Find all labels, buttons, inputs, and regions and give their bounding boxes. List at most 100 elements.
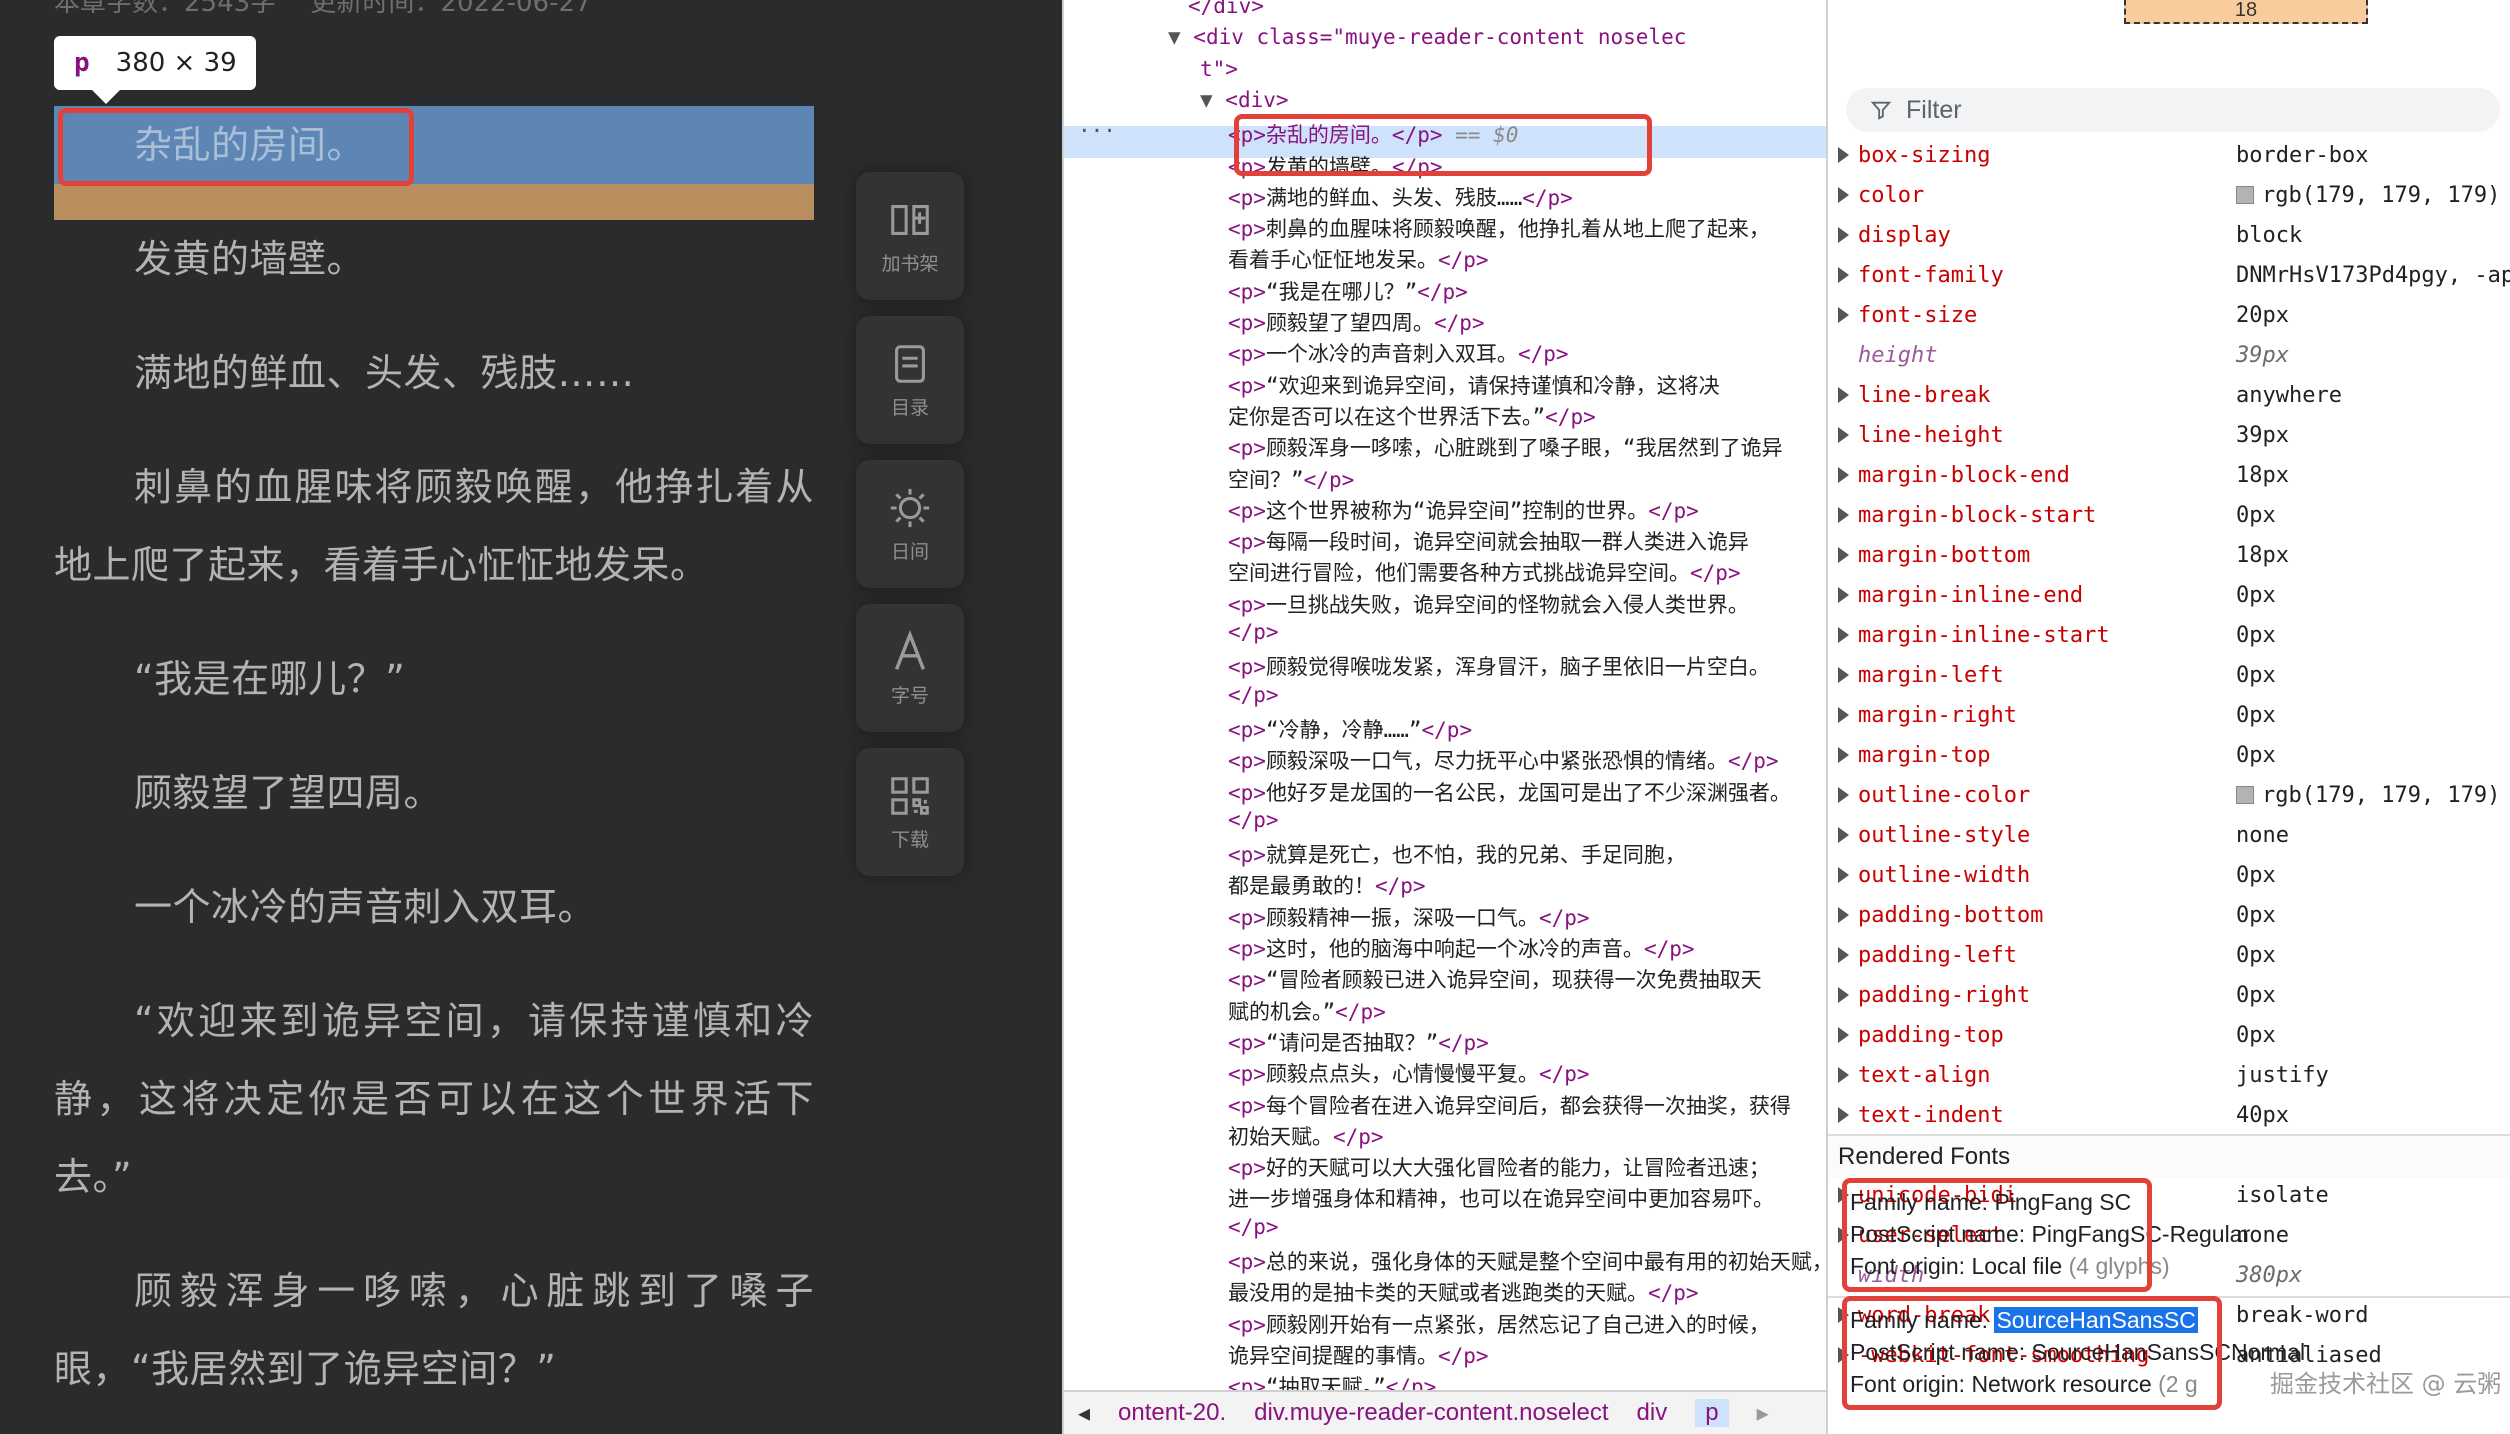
- dom-node-line[interactable]: </p>: [1064, 620, 1826, 650]
- computed-property-row[interactable]: line-height 39px: [1828, 423, 2510, 455]
- expand-triangle-icon[interactable]: [1838, 827, 1849, 843]
- expand-triangle-icon[interactable]: [1838, 227, 1849, 243]
- node-actions-icon[interactable]: ···: [1078, 119, 1116, 143]
- dom-node-line[interactable]: 初始天赋。</p>: [1064, 1121, 1826, 1151]
- expand-triangle-icon[interactable]: ▼: [1200, 88, 1225, 112]
- dom-node-line[interactable]: t">: [1064, 57, 1826, 87]
- computed-property-row[interactable]: line-break anywhere: [1828, 383, 2510, 415]
- dom-node-line[interactable]: 定你是否可以在这个世界活下去。”</p>: [1064, 401, 1826, 431]
- dom-node-line[interactable]: <p>总的来说，强化身体的天赋是整个空间中最有用的初始天赋，: [1064, 1246, 1826, 1276]
- computed-property-row[interactable]: box-sizing border-box: [1828, 143, 2510, 175]
- computed-property-row[interactable]: padding-left 0px: [1828, 943, 2510, 975]
- dom-node-line[interactable]: 看着手心怔怔地发呆。</p>: [1064, 244, 1826, 274]
- expand-triangle-icon[interactable]: [1838, 987, 1849, 1003]
- expand-triangle-icon[interactable]: [1838, 907, 1849, 923]
- add-bookshelf-button[interactable]: 加书架: [856, 172, 964, 300]
- expand-triangle-icon[interactable]: [1838, 747, 1849, 763]
- dom-node-line[interactable]: <p>满地的鲜血、头发、残肢……</p>: [1064, 182, 1826, 212]
- dom-node-line[interactable]: <p>顾毅精神一振，深吸一口气。</p>: [1064, 902, 1826, 932]
- expand-triangle-icon[interactable]: [1838, 1107, 1849, 1123]
- filter-input[interactable]: Filter: [1846, 88, 2500, 132]
- expand-triangle-icon[interactable]: [1838, 627, 1849, 643]
- dom-node-line[interactable]: </p>: [1064, 1215, 1826, 1245]
- dom-node-line[interactable]: 赋的机会。”</p>: [1064, 996, 1826, 1026]
- breadcrumb-item-active[interactable]: p: [1695, 1399, 1729, 1427]
- dom-node-line[interactable]: <p>一旦挑战失败，诡异空间的怪物就会入侵人类世界。: [1064, 589, 1826, 619]
- dom-node-line[interactable]: ▼ <div class="muye-reader-content nosele…: [1064, 25, 1826, 55]
- expand-triangle-icon[interactable]: [1838, 307, 1849, 323]
- computed-property-row[interactable]: margin-top 0px: [1828, 743, 2510, 775]
- expand-triangle-icon[interactable]: [1838, 187, 1849, 203]
- dom-node-line[interactable]: <p>就算是死亡，也不怕，我的兄弟、手足同胞，: [1064, 839, 1826, 869]
- breadcrumb-arrow-left-icon[interactable]: ◂: [1078, 1399, 1090, 1428]
- dom-node-line[interactable]: <p>顾毅觉得喉咙发紧，浑身冒汗，脑子里依旧一片空白。: [1064, 651, 1826, 681]
- computed-property-row[interactable]: text-align justify: [1828, 1063, 2510, 1095]
- computed-property-row[interactable]: margin-inline-start 0px: [1828, 623, 2510, 655]
- expand-triangle-icon[interactable]: [1838, 787, 1849, 803]
- dom-node-line[interactable]: <p>顾毅浑身一哆嗦，心脏跳到了嗓子眼，“我居然到了诡异: [1064, 432, 1826, 462]
- breadcrumb-item[interactable]: ontent-20.: [1118, 1399, 1226, 1427]
- dom-node-line[interactable]: <p>“冷静，冷静……”</p>: [1064, 714, 1826, 744]
- dom-node-line[interactable]: <p>“冒险者顾毅已进入诡异空间，现获得一次免费抽取天: [1064, 964, 1826, 994]
- expand-triangle-icon[interactable]: [1838, 947, 1849, 963]
- computed-property-row[interactable]: display block: [1828, 223, 2510, 255]
- dom-node-line[interactable]: </div>: [1064, 0, 1826, 24]
- expand-triangle-icon[interactable]: [1838, 387, 1849, 403]
- dom-node-line[interactable]: 最没用的是抽卡类的天赋或者逃跑类的天赋。</p>: [1064, 1277, 1826, 1307]
- dom-node-line[interactable]: <p>这个世界被称为“诡异空间”控制的世界。</p>: [1064, 495, 1826, 525]
- expand-triangle-icon[interactable]: ▼: [1168, 25, 1193, 49]
- computed-property-row[interactable]: color rgb(179, 179, 179): [1828, 183, 2510, 215]
- color-swatch-icon[interactable]: [2236, 786, 2254, 804]
- expand-triangle-icon[interactable]: [1838, 587, 1849, 603]
- expand-triangle-icon[interactable]: [1838, 867, 1849, 883]
- download-button[interactable]: 下载: [856, 748, 964, 876]
- computed-property-row[interactable]: margin-block-start 0px: [1828, 503, 2510, 535]
- color-swatch-icon[interactable]: [2236, 186, 2254, 204]
- dom-node-line[interactable]: </p>: [1064, 808, 1826, 838]
- dom-node-line[interactable]: </p>: [1064, 683, 1826, 713]
- computed-property-row[interactable]: outline-width 0px: [1828, 863, 2510, 895]
- dom-node-line[interactable]: 都是最勇敢的！</p>: [1064, 870, 1826, 900]
- computed-property-row[interactable]: text-indent 40px: [1828, 1103, 2510, 1135]
- dom-node-line[interactable]: <p>每隔一段时间，诡异空间就会抽取一群人类进入诡异: [1064, 526, 1826, 556]
- dom-node-line[interactable]: <p>顾毅望了望四周。</p>: [1064, 307, 1826, 337]
- toc-button[interactable]: 目录: [856, 316, 964, 444]
- computed-property-row[interactable]: height 39px: [1828, 343, 2510, 375]
- computed-property-row[interactable]: padding-top 0px: [1828, 1023, 2510, 1055]
- computed-property-row[interactable]: margin-left 0px: [1828, 663, 2510, 695]
- dom-node-line[interactable]: <p>顾毅深吸一口气，尽力抚平心中紧张恐惧的情绪。</p>: [1064, 745, 1826, 775]
- dom-node-line[interactable]: <p>一个冰冷的声音刺入双耳。</p>: [1064, 338, 1826, 368]
- breadcrumb-item[interactable]: div.muye-reader-content.noselect: [1254, 1399, 1608, 1427]
- expand-triangle-icon[interactable]: [1838, 667, 1849, 683]
- computed-property-row[interactable]: font-size 20px: [1828, 303, 2510, 335]
- dom-node-line[interactable]: 诡异空间提醒的事情。</p>: [1064, 1340, 1826, 1370]
- dom-node-line[interactable]: <p>他好歹是龙国的一名公民，龙国可是出了不少深渊强者。: [1064, 777, 1826, 807]
- day-mode-button[interactable]: 日间: [856, 460, 964, 588]
- dom-node-line[interactable]: 进一步增强身体和精神，也可以在诡异空间中更加容易吓。: [1064, 1183, 1826, 1213]
- computed-property-row[interactable]: margin-inline-end 0px: [1828, 583, 2510, 615]
- dom-node-line[interactable]: <p>这时，他的脑海中响起一个冰冷的声音。</p>: [1064, 933, 1826, 963]
- dom-node-line[interactable]: 空间进行冒险，他们需要各种方式挑战诡异空间。</p>: [1064, 557, 1826, 587]
- expand-triangle-icon[interactable]: [1838, 547, 1849, 563]
- dom-node-line[interactable]: <p>好的天赋可以大大强化冒险者的能力，让冒险者迅速；: [1064, 1152, 1826, 1182]
- dom-node-line[interactable]: <p>“欢迎来到诡异空间，请保持谨慎和冷静，这将决: [1064, 370, 1826, 400]
- computed-property-row[interactable]: margin-bottom 18px: [1828, 543, 2510, 575]
- dom-node-line[interactable]: <p>每个冒险者在进入诡异空间后，都会获得一次抽奖，获得: [1064, 1090, 1826, 1120]
- dom-node-line[interactable]: <p>刺鼻的血腥味将顾毅唤醒，他挣扎着从地上爬了起来，: [1064, 213, 1826, 243]
- computed-property-row[interactable]: outline-style none: [1828, 823, 2510, 855]
- expand-triangle-icon[interactable]: [1838, 507, 1849, 523]
- computed-property-row[interactable]: font-family DNMrHsV173Pd4pgy, -ap: [1828, 263, 2510, 295]
- expand-triangle-icon[interactable]: [1838, 1027, 1849, 1043]
- font-size-button[interactable]: 字号: [856, 604, 964, 732]
- dom-node-line[interactable]: 空间？”</p>: [1064, 464, 1826, 494]
- dom-node-line[interactable]: <p>“我是在哪儿？”</p>: [1064, 276, 1826, 306]
- expand-triangle-icon[interactable]: [1838, 1067, 1849, 1083]
- dom-node-line[interactable]: <p>顾毅点点头，心情慢慢平复。</p>: [1064, 1058, 1826, 1088]
- computed-property-row[interactable]: margin-block-end 18px: [1828, 463, 2510, 495]
- expand-triangle-icon[interactable]: [1838, 147, 1849, 163]
- expand-triangle-icon[interactable]: [1838, 427, 1849, 443]
- breadcrumb-item[interactable]: div: [1637, 1399, 1668, 1427]
- computed-property-row[interactable]: outline-color rgb(179, 179, 179): [1828, 783, 2510, 815]
- computed-property-row[interactable]: margin-right 0px: [1828, 703, 2510, 735]
- expand-triangle-icon[interactable]: [1838, 267, 1849, 283]
